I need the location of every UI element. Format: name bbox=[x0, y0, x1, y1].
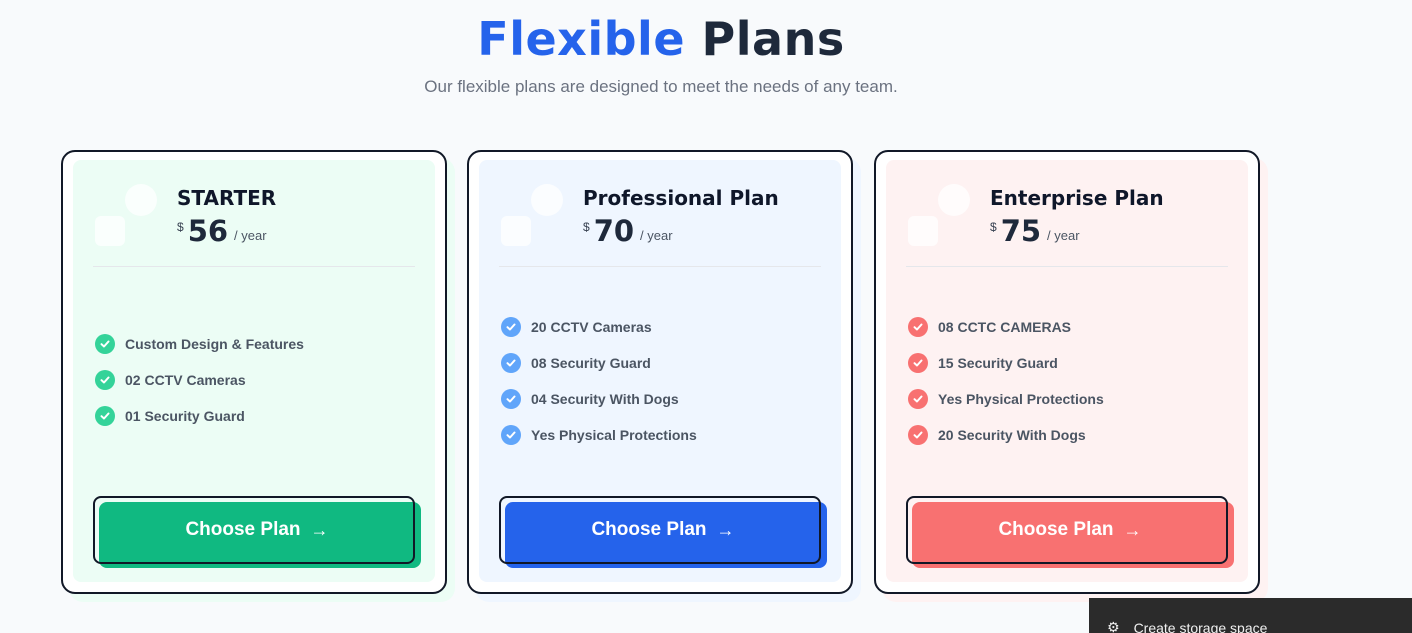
check-circle-icon bbox=[501, 425, 521, 445]
feature-label: 04 Security With Dogs bbox=[531, 391, 679, 407]
plan-card-starter: STARTER $ 56 / year Custom Design & Feat… bbox=[61, 150, 455, 602]
check-circle-icon bbox=[95, 370, 115, 390]
plan-price: $ 70 / year bbox=[583, 214, 673, 248]
storage-toast[interactable]: ⚙ Create storage space bbox=[1089, 598, 1412, 633]
check-circle-icon bbox=[908, 317, 928, 337]
page-title-accent: Flexible bbox=[477, 12, 686, 66]
feature-list: Custom Design & Features 02 CCTV Cameras… bbox=[95, 326, 304, 434]
feature-item: 04 Security With Dogs bbox=[501, 381, 697, 417]
choose-plan-button[interactable] bbox=[93, 496, 415, 564]
feature-label: 20 CCTV Cameras bbox=[531, 319, 652, 335]
decorative-circle bbox=[125, 184, 157, 216]
feature-item: 02 CCTV Cameras bbox=[95, 362, 304, 398]
feature-label: Yes Physical Protections bbox=[531, 427, 697, 443]
plan-price: $ 56 / year bbox=[177, 214, 267, 248]
plan-price: $ 75 / year bbox=[990, 214, 1080, 248]
card-body: Enterprise Plan $ 75 / year 08 CCTC CAME… bbox=[874, 150, 1260, 594]
check-circle-icon bbox=[908, 425, 928, 445]
check-circle-icon bbox=[501, 317, 521, 337]
plan-title: Enterprise Plan bbox=[990, 186, 1164, 210]
feature-item: 01 Security Guard bbox=[95, 398, 304, 434]
gear-icon: ⚙ bbox=[1107, 619, 1120, 633]
price-period: / year bbox=[1047, 228, 1080, 243]
feature-list: 20 CCTV Cameras 08 Security Guard 04 Sec… bbox=[501, 309, 697, 453]
card-divider bbox=[499, 266, 821, 267]
feature-label: 08 Security Guard bbox=[531, 355, 651, 371]
feature-label: 02 CCTV Cameras bbox=[125, 372, 246, 388]
price-period: / year bbox=[640, 228, 673, 243]
card-body: STARTER $ 56 / year Custom Design & Feat… bbox=[61, 150, 447, 594]
price-amount: 75 bbox=[1000, 214, 1042, 248]
check-circle-icon bbox=[95, 406, 115, 426]
choose-plan-button-area: Choose Plan → bbox=[499, 496, 827, 570]
feature-item: 20 CCTV Cameras bbox=[501, 309, 697, 345]
choose-plan-button-area: Choose Plan → bbox=[906, 496, 1234, 570]
check-circle-icon bbox=[908, 389, 928, 409]
choose-plan-button-area: Choose Plan → bbox=[93, 496, 421, 570]
card-body: Professional Plan $ 70 / year 20 CCTV Ca… bbox=[467, 150, 853, 594]
feature-label: 15 Security Guard bbox=[938, 355, 1058, 371]
price-amount: 70 bbox=[593, 214, 635, 248]
feature-item: 20 Security With Dogs bbox=[908, 417, 1104, 453]
card-divider bbox=[906, 266, 1228, 267]
decorative-circle bbox=[938, 184, 970, 216]
decorative-square bbox=[501, 216, 531, 246]
plan-card-professional: Professional Plan $ 70 / year 20 CCTV Ca… bbox=[467, 150, 861, 602]
feature-label: Custom Design & Features bbox=[125, 336, 304, 352]
feature-item: Custom Design & Features bbox=[95, 326, 304, 362]
choose-plan-button[interactable] bbox=[499, 496, 821, 564]
plan-title: STARTER bbox=[177, 186, 277, 210]
check-circle-icon bbox=[95, 334, 115, 354]
feature-item: 08 CCTC CAMERAS bbox=[908, 309, 1104, 345]
toast-text: Create storage space bbox=[1133, 620, 1268, 633]
page-subtitle: Our flexible plans are designed to meet … bbox=[424, 77, 898, 96]
feature-label: 01 Security Guard bbox=[125, 408, 245, 424]
choose-plan-button[interactable] bbox=[906, 496, 1228, 564]
decorative-square bbox=[95, 216, 125, 246]
price-amount: 56 bbox=[187, 214, 229, 248]
price-period: / year bbox=[234, 228, 267, 243]
feature-item: Yes Physical Protections bbox=[501, 417, 697, 453]
feature-item: 08 Security Guard bbox=[501, 345, 697, 381]
price-currency: $ bbox=[990, 220, 997, 234]
check-circle-icon bbox=[501, 353, 521, 373]
feature-label: Yes Physical Protections bbox=[938, 391, 1104, 407]
feature-item: 15 Security Guard bbox=[908, 345, 1104, 381]
plan-card-enterprise: Enterprise Plan $ 75 / year 08 CCTC CAME… bbox=[874, 150, 1268, 602]
feature-label: 08 CCTC CAMERAS bbox=[938, 319, 1072, 335]
check-circle-icon bbox=[908, 353, 928, 373]
page-title: Flexible Plans bbox=[0, 12, 1322, 66]
price-currency: $ bbox=[583, 220, 590, 234]
price-currency: $ bbox=[177, 220, 184, 234]
card-divider bbox=[93, 266, 415, 267]
check-circle-icon bbox=[501, 389, 521, 409]
feature-item: Yes Physical Protections bbox=[908, 381, 1104, 417]
decorative-square bbox=[908, 216, 938, 246]
feature-list: 08 CCTC CAMERAS 15 Security Guard Yes Ph… bbox=[908, 309, 1104, 453]
pricing-page: Flexible Plans Our flexible plans are de… bbox=[0, 0, 1412, 633]
feature-label: 20 Security With Dogs bbox=[938, 427, 1086, 443]
plan-title: Professional Plan bbox=[583, 186, 779, 210]
page-title-rest: Plans bbox=[701, 12, 845, 66]
decorative-circle bbox=[531, 184, 563, 216]
